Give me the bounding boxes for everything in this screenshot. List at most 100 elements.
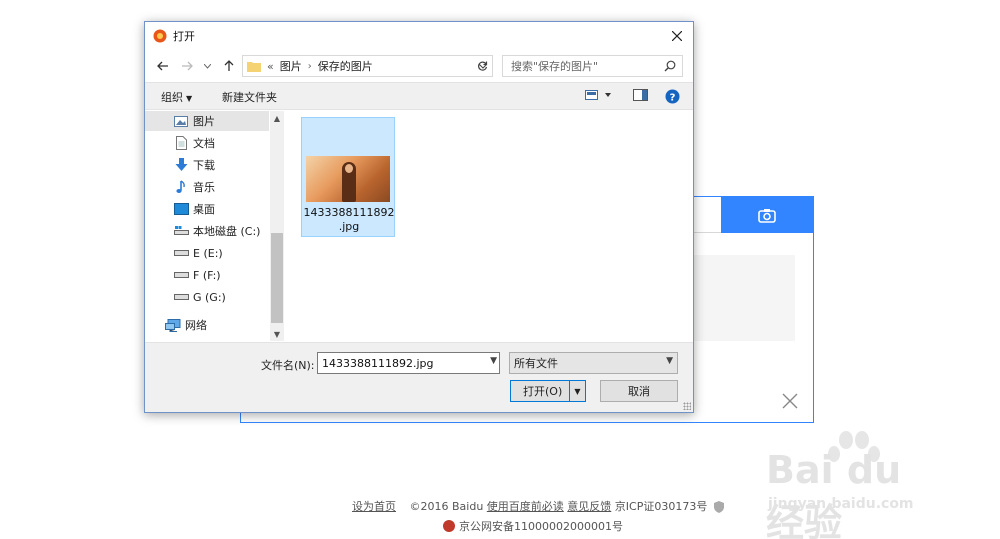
local-disk-icon: [173, 224, 189, 238]
sidebar-item-network[interactable]: 网络: [145, 315, 269, 335]
file-thumbnail: [306, 156, 390, 202]
sidebar-item-drive-e[interactable]: E (E:): [145, 243, 269, 263]
sidebar-item-label: 下载: [193, 159, 215, 172]
help-button[interactable]: ?: [665, 89, 680, 107]
sidebar-item-drive-g[interactable]: G (G:): [145, 287, 269, 307]
file-type-select[interactable]: 所有文件 ▼: [509, 352, 678, 374]
scroll-up-icon[interactable]: ▲: [270, 111, 284, 125]
close-button[interactable]: [661, 22, 693, 50]
sidebar-item-label: E (E:): [193, 246, 223, 260]
breadcrumb-saved-pictures[interactable]: 保存的图片: [318, 58, 373, 74]
feedback-link[interactable]: 意见反馈: [567, 500, 611, 513]
caret-down-icon: ▼: [186, 94, 193, 103]
dialog-titlebar[interactable]: 打开: [145, 22, 693, 50]
file-list: 1433388111892 .jpg: [286, 111, 693, 341]
baidu-jingyan-watermark: Bai du 经验 jingyan.baidu.com: [758, 430, 948, 539]
breadcrumb-overflow[interactable]: «: [267, 60, 274, 73]
new-folder-button[interactable]: 新建文件夹: [222, 89, 277, 105]
forward-button[interactable]: [177, 56, 197, 76]
up-button[interactable]: [219, 56, 239, 76]
chevron-right-icon: ›: [307, 60, 312, 72]
drive-icon: [173, 290, 189, 304]
arrow-right-icon: [182, 61, 193, 71]
file-item[interactable]: 1433388111892 .jpg: [301, 117, 395, 237]
page: 打开 « 图片 › 保存的图片 搜索"保存的图片" 组织 ▼ 新建文件夹 ? 图…: [0, 0, 1000, 539]
close-icon: [672, 31, 682, 41]
sidebar-item-desktop[interactable]: 桌面: [145, 199, 269, 219]
sidebar-item-label: F (F:): [193, 268, 221, 282]
view-options-button[interactable]: [585, 89, 613, 104]
app-icon: [153, 29, 167, 43]
file-name: 1433388111892 .jpg: [302, 206, 396, 234]
sidebar-item-local-disk-c[interactable]: 本地磁盘 (C:): [145, 221, 269, 241]
resize-grip[interactable]: [683, 402, 691, 410]
file-name-line: 1433388111892: [303, 206, 395, 219]
command-bar: 组织 ▼ 新建文件夹 ?: [145, 82, 693, 110]
sidebar-item-label: 桌面: [193, 203, 215, 216]
sidebar-item-label: 图片: [193, 115, 215, 128]
open-button[interactable]: 打开(O) ▼: [510, 380, 586, 402]
sidebar-item-documents[interactable]: 文档: [145, 133, 269, 153]
camera-button[interactable]: [721, 197, 813, 233]
sidebar-item-drive-f[interactable]: F (F:): [145, 265, 269, 285]
sidebar-item-label: 文档: [193, 137, 215, 150]
copyright: ©2016 Baidu: [409, 500, 484, 513]
drive-icon: [173, 246, 189, 260]
chevron-down-icon: [203, 63, 211, 69]
refresh-button[interactable]: [473, 55, 493, 77]
drive-icon: [173, 268, 189, 282]
organize-menu[interactable]: 组织 ▼: [161, 89, 192, 105]
close-panel-icon[interactable]: [781, 392, 799, 410]
scroll-down-icon[interactable]: ▼: [270, 327, 284, 341]
navigation-pane: 图片 文档 下载 音乐 桌面 本地磁盘 (C:) E (E:) F (F:) G…: [145, 111, 285, 341]
police-record-text: 京公网安备11000002000001号: [459, 520, 623, 533]
breadcrumb-pictures[interactable]: 图片: [280, 58, 302, 74]
search-icon: [664, 60, 676, 72]
sidebar-item-downloads[interactable]: 下载: [145, 155, 269, 175]
open-split-dropdown[interactable]: ▼: [569, 381, 585, 401]
open-file-dialog: 打开 « 图片 › 保存的图片 搜索"保存的图片" 组织 ▼ 新建文件夹 ? 图…: [144, 21, 694, 413]
dialog-title: 打开: [173, 30, 195, 43]
search-placeholder: 搜索"保存的图片": [511, 60, 599, 73]
view-icon: [585, 90, 611, 100]
sidebar-item-music[interactable]: 音乐: [145, 177, 269, 197]
filename-field[interactable]: ▼: [317, 352, 500, 374]
address-bar[interactable]: « 图片 › 保存的图片: [242, 55, 493, 77]
chevron-down-icon: ▼: [666, 356, 673, 366]
sidebar-item-label: 本地磁盘 (C:): [193, 225, 261, 238]
police-record: 京公网安备11000002000001号: [443, 518, 623, 534]
icp-license: 京ICP证030173号: [614, 500, 708, 513]
sidebar-item-label: 音乐: [193, 181, 215, 194]
refresh-icon: [478, 61, 488, 71]
set-homepage-link[interactable]: 设为首页: [352, 500, 396, 513]
organize-label: 组织: [161, 91, 183, 104]
back-button[interactable]: [153, 56, 173, 76]
desktop-icon: [173, 202, 189, 216]
file-type-value: 所有文件: [514, 357, 558, 370]
sidebar-item-pictures[interactable]: 图片: [145, 111, 269, 131]
watermark-brand: Bai du 经验: [766, 448, 902, 539]
navigation-scrollbar[interactable]: ▲ ▼: [270, 111, 284, 341]
documents-icon: [173, 136, 189, 150]
search-input[interactable]: 搜索"保存的图片": [502, 55, 683, 77]
svg-text:?: ?: [670, 92, 676, 103]
preview-pane-icon: [633, 89, 648, 101]
chevron-down-icon[interactable]: ▼: [490, 356, 497, 366]
file-name-ext: .jpg: [338, 220, 360, 233]
recent-locations-button[interactable]: [201, 56, 213, 76]
network-icon: [165, 318, 181, 332]
filename-input[interactable]: [322, 356, 482, 370]
open-button-label: 打开(O): [523, 385, 563, 398]
cancel-button[interactable]: 取消: [600, 380, 678, 402]
filename-label: 文件名(N):: [261, 359, 315, 372]
folder-icon: [247, 61, 261, 72]
terms-link[interactable]: 使用百度前必读: [487, 500, 564, 513]
sidebar-item-label: 网络: [185, 319, 207, 332]
preview-pane-button[interactable]: [633, 89, 648, 104]
camera-icon: [758, 208, 776, 223]
download-icon: [173, 158, 189, 172]
watermark-url: jingyan.baidu.com: [768, 496, 914, 512]
police-badge-icon: [443, 520, 455, 532]
scrollbar-thumb[interactable]: [271, 233, 283, 323]
help-icon: ?: [665, 89, 680, 104]
